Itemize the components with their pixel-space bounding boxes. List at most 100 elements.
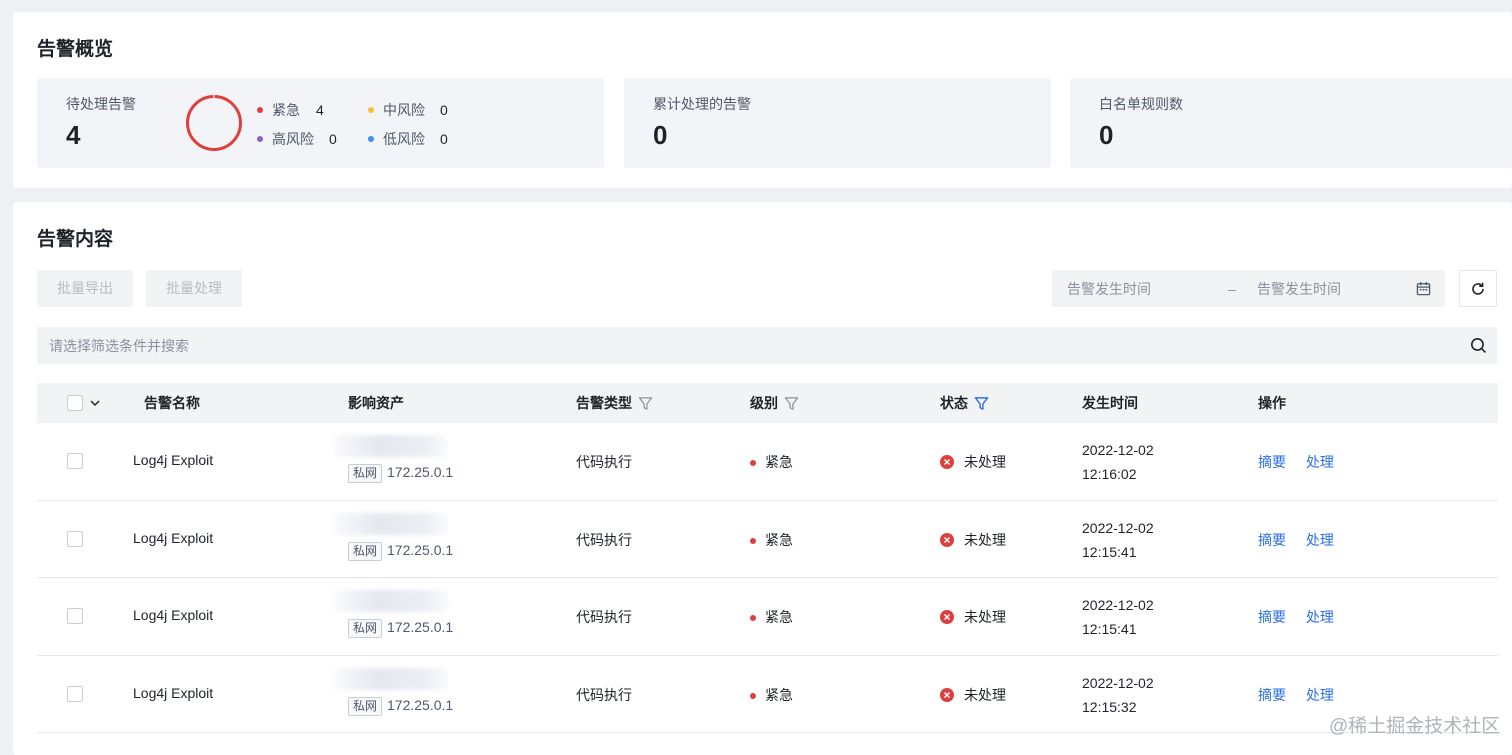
affected-asset: 私网 172.25.0.1 [333, 656, 483, 733]
affected-asset: 私网 172.25.0.1 [333, 578, 483, 655]
summary-link[interactable]: 摘要 [1258, 454, 1286, 470]
process-link[interactable]: 处理 [1306, 454, 1334, 470]
search-icon[interactable] [1470, 337, 1487, 354]
batch-export-button[interactable]: 批量导出 [37, 270, 133, 307]
batch-process-button[interactable]: 批量处理 [146, 270, 242, 307]
processed-alerts-label: 累计处理的告警 [653, 96, 751, 112]
urgent-dot-icon [750, 460, 756, 467]
alert-type: 代码执行 [576, 686, 632, 703]
table-row: Log4j Exploit 私网 172.25.0.1 代码执行 紧急 未处理 2… [37, 656, 1498, 733]
redacted-asset-name [333, 590, 449, 612]
whitelist-rules-value: 0 [1099, 120, 1114, 150]
filter-active-icon[interactable] [974, 396, 989, 411]
occurred-time: 2022-12-02 12:15:41 [1082, 516, 1154, 564]
alert-name: Log4j Exploit [133, 684, 214, 701]
occurred-clock: 12:15:41 [1082, 621, 1137, 637]
occurred-date: 2022-12-02 [1082, 442, 1154, 458]
asset-ip: 172.25.0.1 [387, 464, 454, 480]
column-header-type: 告警类型 [576, 383, 653, 423]
date-start-field[interactable]: 告警发生时间 [1067, 279, 1151, 299]
alert-level: 紧急 [750, 685, 793, 705]
column-header-name: 告警名称 [144, 395, 200, 411]
summary-link[interactable]: 摘要 [1258, 687, 1286, 703]
alert-content-panel: 告警内容 批量导出 批量处理 告警发生时间 – 告警发生时间 请选择筛选条件并搜… [13, 202, 1512, 755]
processed-alerts-value: 0 [653, 120, 668, 150]
search-input[interactable] [37, 327, 1437, 364]
row-checkbox[interactable] [67, 453, 83, 469]
alert-name: Log4j Exploit [133, 452, 214, 468]
legend-high: 高风险 0 [257, 129, 337, 149]
calendar-icon[interactable] [1416, 281, 1431, 296]
alert-name: Log4j Exploit [133, 529, 214, 546]
private-network-tag: 私网 [348, 541, 383, 561]
process-link[interactable]: 处理 [1306, 687, 1334, 703]
alert-type: 代码执行 [576, 531, 632, 548]
refresh-icon [1472, 282, 1484, 295]
content-title: 告警内容 [37, 229, 114, 250]
alert-overview-panel: 告警概览 待处理告警 4 紧急 4 中风险 0 高风险 0 低风险 0 累计处理… [13, 12, 1512, 188]
urgent-dot-icon [750, 537, 756, 544]
whitelist-rules-label: 白名单规则数 [1099, 96, 1183, 112]
filter-icon[interactable] [784, 396, 799, 411]
date-separator: – [1228, 280, 1236, 297]
alert-type: 代码执行 [576, 454, 632, 470]
chevron-down-icon[interactable] [89, 397, 101, 409]
row-checkbox[interactable] [67, 685, 83, 702]
close-circle-icon [940, 455, 954, 469]
column-header-asset: 影响资产 [348, 395, 404, 411]
row-checkbox[interactable] [67, 530, 83, 547]
legend-medium: 中风险 0 [368, 100, 448, 120]
alert-status-label: 未处理 [964, 454, 1006, 470]
legend-urgent-count: 4 [316, 102, 324, 118]
occurred-time: 2022-12-02 12:16:02 [1082, 438, 1154, 486]
occurred-clock: 12:15:32 [1082, 698, 1137, 715]
alert-status-label: 未处理 [964, 609, 1006, 625]
date-end-field[interactable]: 告警发生时间 [1257, 279, 1341, 299]
alert-level-label: 紧急 [765, 531, 793, 548]
process-link[interactable]: 处理 [1306, 609, 1334, 625]
column-header-type-label: 告警类型 [576, 395, 632, 411]
occurred-clock: 12:16:02 [1082, 466, 1137, 482]
occurred-clock: 12:15:41 [1082, 543, 1137, 560]
private-network-tag: 私网 [348, 464, 383, 483]
legend-urgent: 紧急 4 [257, 100, 324, 120]
row-checkbox[interactable] [67, 608, 83, 624]
alert-status-label: 未处理 [964, 686, 1006, 703]
private-network-tag: 私网 [348, 696, 383, 716]
watermark: @稀土掘金技术社区 [1329, 716, 1501, 737]
legend-low-count: 0 [440, 131, 448, 147]
whitelist-rules-card: 白名单规则数 0 [1070, 78, 1512, 168]
alert-level-label: 紧急 [765, 454, 793, 470]
affected-asset: 私网 172.25.0.1 [333, 423, 483, 500]
row-actions: 摘要 处理 [1258, 452, 1334, 472]
alert-level: 紧急 [750, 530, 793, 550]
alert-table: 告警名称 影响资产 告警类型 级别 状态 发生时间 操作 Log4j Explo… [37, 383, 1498, 733]
select-all-checkbox[interactable] [67, 395, 83, 411]
column-header-level: 级别 [750, 383, 799, 423]
alert-type: 代码执行 [576, 609, 632, 625]
close-circle-icon [940, 610, 954, 624]
legend-urgent-label: 紧急 [272, 102, 300, 118]
filter-icon[interactable] [638, 396, 653, 411]
refresh-button[interactable] [1459, 270, 1497, 307]
asset-ip: 172.25.0.1 [387, 541, 454, 558]
select-all-control[interactable] [67, 383, 101, 423]
legend-low: 低风险 0 [368, 129, 448, 149]
urgent-dot-icon [257, 107, 263, 113]
pending-alerts-label: 待处理告警 [66, 96, 136, 112]
summary-link[interactable]: 摘要 [1258, 532, 1286, 548]
column-header-status: 状态 [940, 383, 989, 423]
overview-title: 告警概览 [37, 39, 114, 60]
asset-ip: 172.25.0.1 [387, 696, 454, 713]
summary-link[interactable]: 摘要 [1258, 609, 1286, 625]
process-link[interactable]: 处理 [1306, 532, 1334, 548]
alert-level-label: 紧急 [765, 686, 793, 703]
close-circle-icon [940, 687, 954, 702]
high-dot-icon [257, 136, 263, 142]
alert-status-label: 未处理 [964, 531, 1006, 548]
asset-ip: 172.25.0.1 [387, 619, 454, 635]
row-actions: 摘要 处理 [1258, 685, 1334, 705]
row-actions: 摘要 处理 [1258, 607, 1334, 627]
date-range-picker[interactable]: 告警发生时间 – 告警发生时间 [1052, 270, 1445, 307]
column-header-action: 操作 [1258, 395, 1286, 411]
